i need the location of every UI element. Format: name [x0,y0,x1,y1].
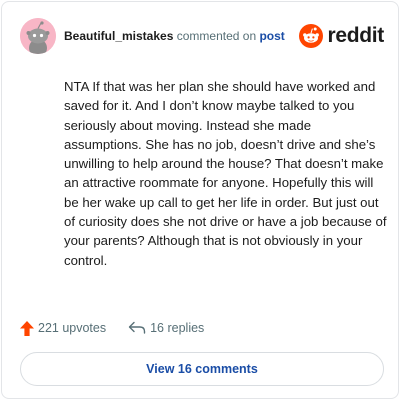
upvote-button[interactable]: 221 upvotes [20,320,107,336]
avatar[interactable] [20,18,56,54]
replies-button[interactable]: 16 replies [128,321,204,335]
username[interactable]: Beautiful_mistakes [64,29,173,43]
reddit-wordmark: reddit [327,24,384,47]
comment-header: Beautiful_mistakes commented on post red… [20,16,384,56]
reddit-snoo-icon [299,24,324,48]
upvote-count: 221 upvotes [38,321,107,335]
reddit-logo[interactable]: reddit [299,24,384,48]
upvote-arrow-icon [20,320,34,336]
comment-meta: Beautiful_mistakes commented on post [64,29,285,43]
view-comments-button[interactable]: View 16 comments [20,352,384,386]
replies-count: 16 replies [150,321,205,335]
post-link[interactable]: post [259,29,284,43]
action-text: commented on [176,29,257,43]
snoo-avatar-icon [20,18,56,54]
comment-body: NTA If that was her plan she should have… [64,79,387,268]
comment-actions: 221 upvotes 16 replies [20,317,204,339]
reply-arrow-icon [128,321,146,334]
comment-card: Beautiful_mistakes commented on post red… [1,1,399,399]
